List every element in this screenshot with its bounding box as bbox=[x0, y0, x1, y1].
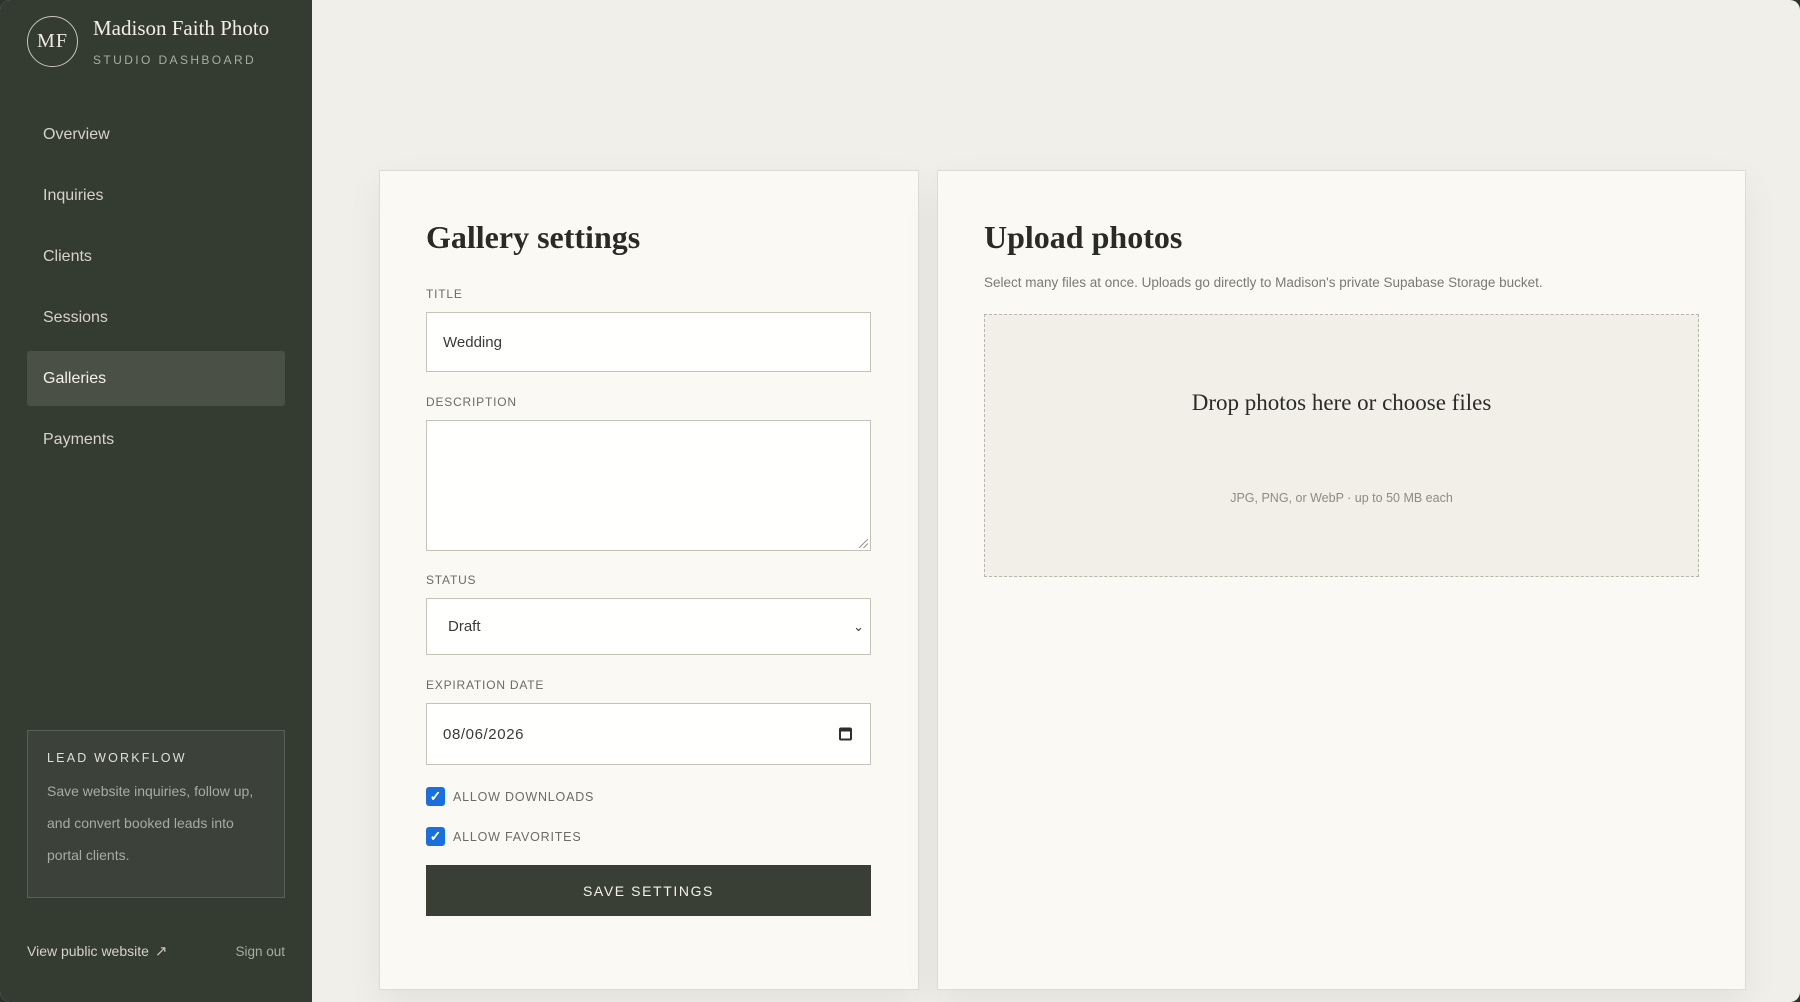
brand-monogram: MF bbox=[27, 16, 78, 67]
sidebar-item-inquiries[interactable]: Inquiries bbox=[27, 168, 285, 223]
app-window: MF Madison Faith Photo STUDIO DASHBOARD … bbox=[0, 0, 1800, 1002]
external-arrow-icon: ↗ bbox=[154, 943, 168, 960]
sidebar: MF Madison Faith Photo STUDIO DASHBOARD … bbox=[0, 0, 312, 1002]
brand-name: Madison Faith Photo bbox=[93, 16, 270, 40]
status-select-value: Draft bbox=[448, 618, 481, 635]
lead-workflow-text: Save website inquiries, follow up, and c… bbox=[47, 783, 254, 863]
dropzone-title: Drop photos here or choose files bbox=[1191, 390, 1492, 415]
sidebar-item-galleries[interactable]: Galleries bbox=[27, 351, 285, 406]
description-textarea[interactable] bbox=[426, 420, 871, 551]
expiration-date-label: EXPIRATION DATE bbox=[426, 678, 545, 692]
upload-photos-panel: Upload photos Select many files at once.… bbox=[937, 170, 1746, 990]
gallery-settings-title: Gallery settings bbox=[426, 219, 641, 255]
allow-downloads-row[interactable]: ✓ ALLOW DOWNLOADS bbox=[426, 787, 594, 806]
upload-photos-title: Upload photos bbox=[984, 219, 1183, 255]
description-label: DESCRIPTION bbox=[426, 395, 517, 409]
brand-text: Madison Faith Photo STUDIO DASHBOARD bbox=[93, 16, 269, 67]
status-label: STATUS bbox=[426, 573, 477, 587]
sidebar-footer: View public website ↗ Sign out bbox=[27, 942, 285, 960]
brand-subtitle: STUDIO DASHBOARD bbox=[93, 53, 257, 67]
allow-downloads-label: ALLOW DOWNLOADS bbox=[453, 789, 595, 804]
sidebar-item-overview[interactable]: Overview bbox=[27, 107, 285, 162]
allow-favorites-row[interactable]: ✓ ALLOW FAVORITES bbox=[426, 827, 581, 846]
save-settings-button[interactable]: SAVE SETTINGS bbox=[426, 865, 871, 916]
calendar-icon[interactable] bbox=[839, 727, 852, 741]
brand[interactable]: MF Madison Faith Photo STUDIO DASHBOARD bbox=[27, 16, 269, 67]
title-input[interactable]: Wedding bbox=[426, 312, 871, 372]
sign-out-link[interactable]: Sign out bbox=[235, 944, 285, 959]
chevron-down-icon: ⌄ bbox=[853, 618, 864, 634]
title-label: TITLE bbox=[426, 287, 463, 301]
upload-description: Select many files at once. Uploads go di… bbox=[984, 275, 1543, 290]
sidebar-nav: Overview Inquiries Clients Sessions Gall… bbox=[27, 107, 285, 473]
status-select[interactable]: Draft ⌄ bbox=[426, 598, 871, 655]
resize-grip-icon[interactable] bbox=[859, 539, 868, 548]
gallery-settings-panel: Gallery settings TITLE Wedding DESCRIPTI… bbox=[379, 170, 919, 990]
sidebar-item-clients[interactable]: Clients bbox=[27, 229, 285, 284]
allow-favorites-checkbox[interactable]: ✓ bbox=[426, 827, 445, 846]
title-input-value: Wedding bbox=[443, 333, 502, 351]
photo-dropzone[interactable]: Drop photos here or choose files JPG, PN… bbox=[984, 314, 1699, 577]
dropzone-hint: JPG, PNG, or WebP · up to 50 MB each bbox=[1230, 491, 1453, 505]
sidebar-item-sessions[interactable]: Sessions bbox=[27, 290, 285, 345]
view-public-website-label: View public website bbox=[27, 943, 149, 959]
expiration-date-input[interactable]: 08/06/2026 bbox=[426, 703, 871, 765]
expiration-date-value: 08/06/2026 bbox=[443, 725, 525, 743]
lead-workflow-title: LEAD WORKFLOW bbox=[47, 751, 187, 765]
view-public-website-link[interactable]: View public website ↗ bbox=[27, 942, 168, 960]
allow-downloads-checkbox[interactable]: ✓ bbox=[426, 787, 445, 806]
lead-workflow-card: LEAD WORKFLOW Save website inquiries, fo… bbox=[27, 730, 285, 898]
allow-favorites-label: ALLOW FAVORITES bbox=[453, 829, 582, 844]
sidebar-item-payments[interactable]: Payments bbox=[27, 412, 285, 467]
